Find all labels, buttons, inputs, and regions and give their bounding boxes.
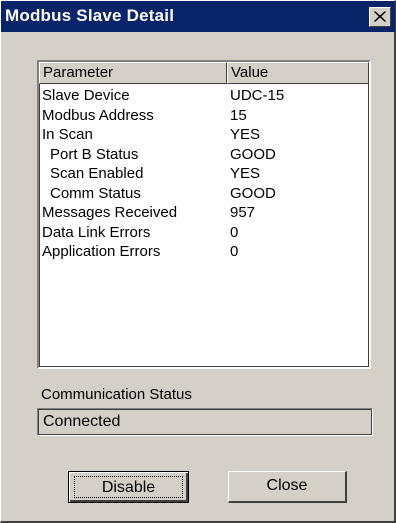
window-title: Modbus Slave Detail <box>5 6 175 25</box>
column-header-value[interactable]: Value <box>227 62 369 84</box>
param-name: Data Link Errors <box>42 223 151 241</box>
param-value: 0 <box>230 243 239 260</box>
close-button[interactable]: Close <box>228 471 347 503</box>
param-name: Application Errors <box>42 243 161 260</box>
communication-status-field: Connected <box>37 408 373 436</box>
window-close-button[interactable] <box>369 7 391 27</box>
parameter-list[interactable]: Parameter Value Slave Device UDC-15 Modb… <box>37 60 371 369</box>
list-row-messages-received[interactable]: Messages Received 957 <box>39 203 369 223</box>
param-name: Messages Received <box>42 204 178 221</box>
list-row-port-b-status[interactable]: Port B Status GOOD <box>39 145 369 165</box>
list-row-in-scan[interactable]: In Scan YES <box>39 125 369 145</box>
list-row-data-link-errors[interactable]: Data Link Errors 0 <box>39 223 369 243</box>
param-value: 15 <box>230 106 247 124</box>
param-name: In Scan <box>42 126 93 143</box>
param-value: YES <box>230 165 261 182</box>
param-name: Slave Device <box>42 87 130 104</box>
modbus-slave-detail-dialog: Modbus Slave Detail Parameter Value Slav… <box>0 0 396 523</box>
title-bar: Modbus Slave Detail <box>1 1 395 32</box>
list-rows: Slave Device UDC-15 Modbus Address 15 In… <box>39 86 369 262</box>
param-name: Scan Enabled <box>50 165 144 182</box>
param-value: 957 <box>230 204 256 221</box>
param-value: UDC-15 <box>230 87 285 104</box>
param-name: Modbus Address <box>42 106 154 124</box>
column-header-parameter[interactable]: Parameter <box>39 62 227 84</box>
communication-status-label: Communication Status <box>41 386 192 403</box>
disable-button[interactable]: Disable <box>68 471 189 503</box>
list-row-comm-status[interactable]: Comm Status GOOD <box>39 184 369 204</box>
param-value: YES <box>230 126 261 143</box>
list-header: Parameter Value <box>39 62 369 84</box>
list-row-slave-device[interactable]: Slave Device UDC-15 <box>39 86 369 106</box>
param-value: GOOD <box>230 184 276 202</box>
param-value: GOOD <box>230 145 276 163</box>
param-name: Port B Status <box>50 145 139 163</box>
disable-button-label: Disable <box>74 476 183 498</box>
close-icon <box>374 11 386 22</box>
list-row-modbus-address[interactable]: Modbus Address 15 <box>39 106 369 126</box>
list-row-application-errors[interactable]: Application Errors 0 <box>39 242 369 262</box>
list-row-scan-enabled[interactable]: Scan Enabled YES <box>39 164 369 184</box>
param-name: Comm Status <box>50 184 141 202</box>
param-value: 0 <box>230 223 239 241</box>
